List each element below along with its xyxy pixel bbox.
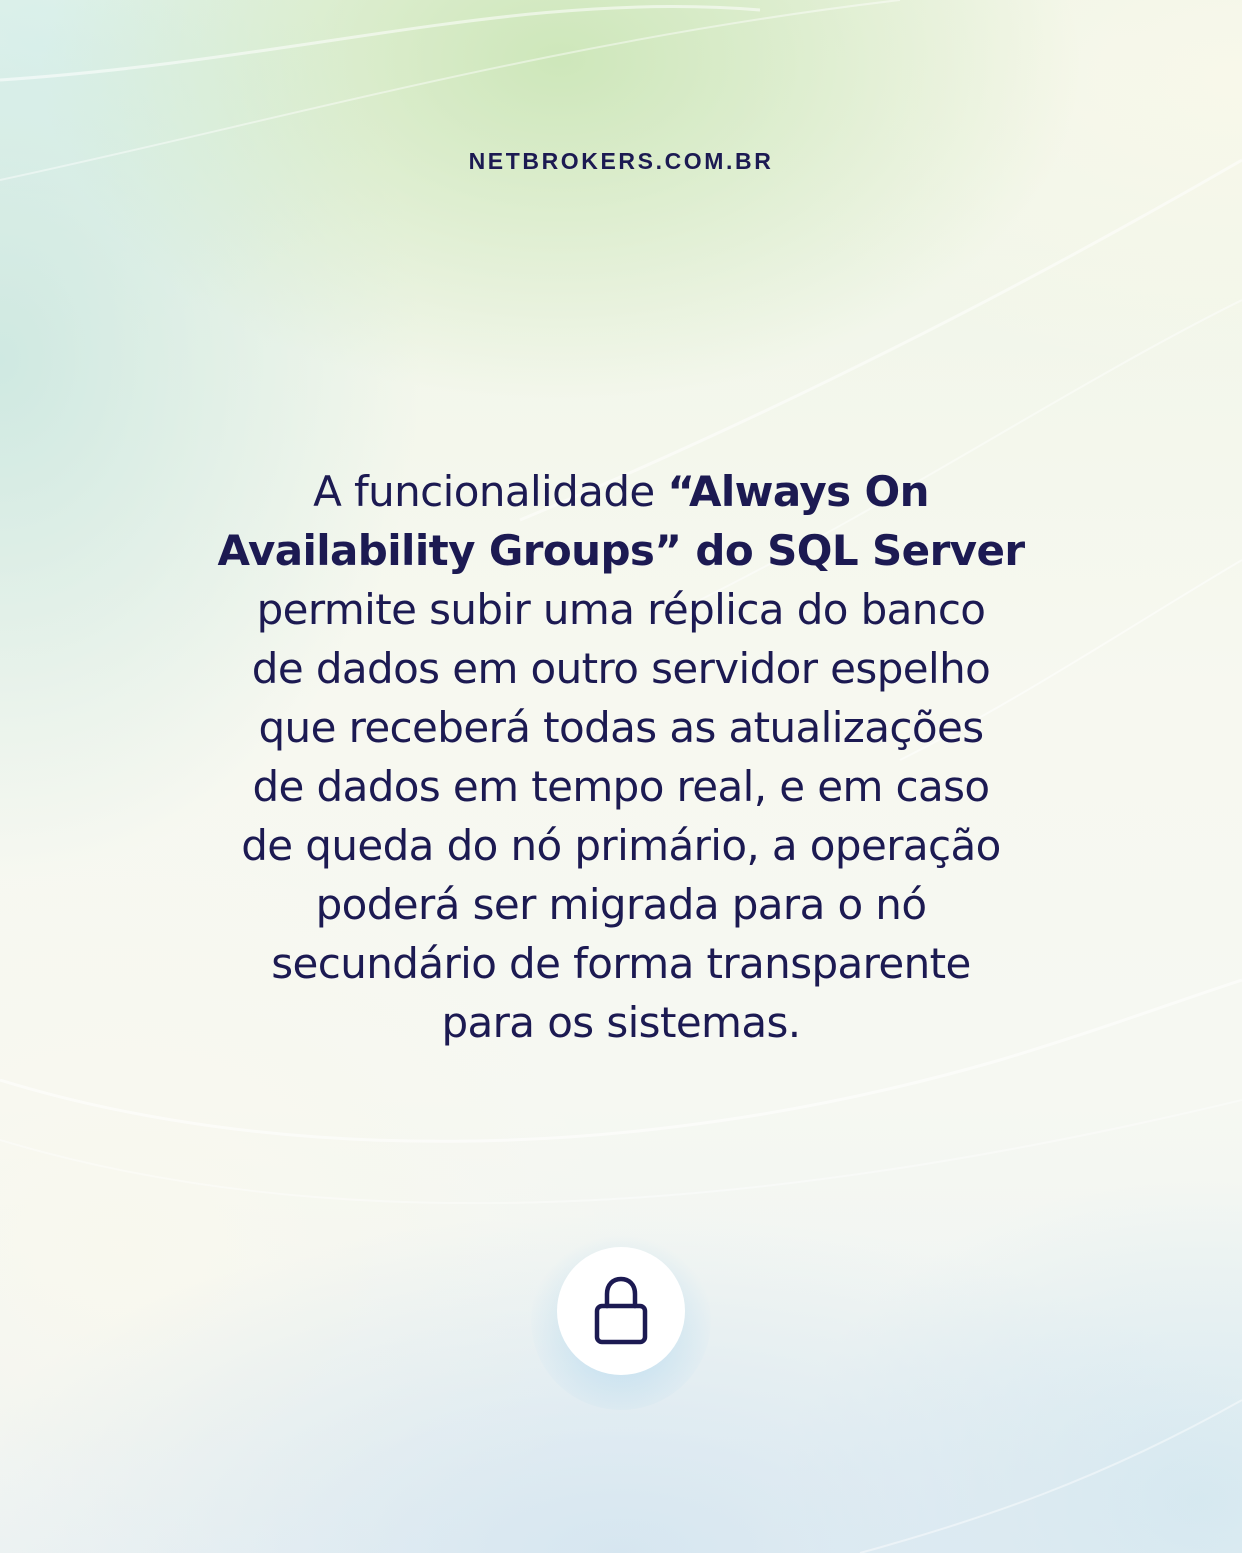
text-line-10: para os sistemas. (441, 998, 801, 1047)
text-line-5: que receberá todas as atualizações (258, 703, 985, 752)
text-line-1: A funcionalidade “Always On (150, 462, 1092, 521)
text-line-2: Availability Groups” do SQL Server (150, 521, 1092, 580)
text-line-7: de queda do nó primário, a operação (241, 821, 1001, 870)
text-line-6: de dados em tempo real, e em caso (252, 762, 990, 811)
main-text: A funcionalidade “Always On Availability… (150, 462, 1092, 1052)
text-highlight: “Always On (667, 467, 929, 516)
lock-icon (594, 1276, 648, 1345)
text-line-4: de dados em outro servidor espelho (251, 644, 991, 693)
text-line-8: poderá ser migrada para o nó (315, 880, 927, 929)
site-url[interactable]: NETBROKERS.COM.BR (0, 148, 1242, 175)
lock-badge (557, 1247, 685, 1375)
text-highlight: Availability Groups” do SQL Server (217, 526, 1026, 575)
text-regular: A funcionalidade (313, 467, 668, 516)
text-line-3: permite subir uma réplica do banco (256, 585, 986, 634)
text-line-9: secundário de forma transparente (271, 939, 971, 988)
